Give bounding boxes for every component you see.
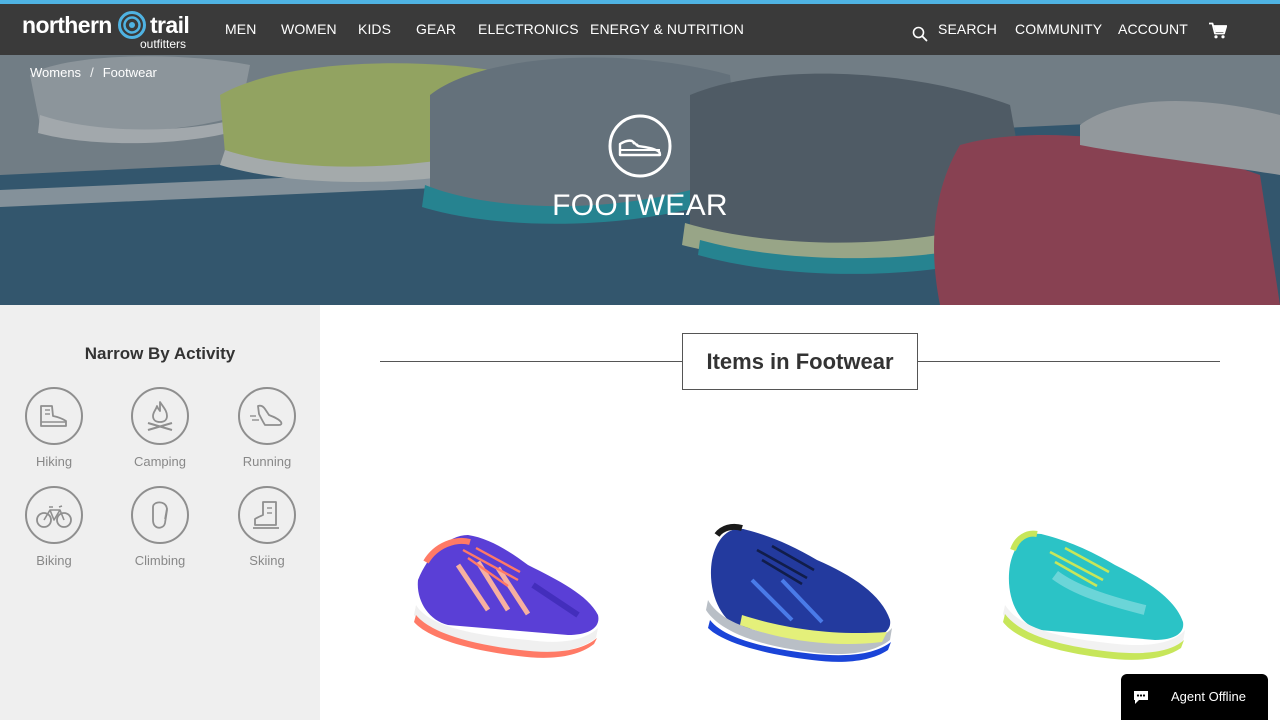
section-heading: Items in Footwear — [682, 333, 918, 390]
breadcrumb-current: Footwear — [102, 65, 157, 80]
nav-account[interactable]: ACCOUNT — [1118, 21, 1188, 37]
cart-icon[interactable] — [1209, 22, 1227, 39]
agent-chat-button[interactable]: Agent Offline — [1121, 674, 1268, 720]
activity-label-hiking: Hiking — [35, 454, 73, 469]
hero-banner: Womens / Footwear FOOTWEAR — [0, 55, 1280, 305]
product-image-1[interactable] — [408, 510, 608, 670]
product-image-3[interactable] — [995, 510, 1195, 670]
activity-filter-biking[interactable]: Biking — [14, 486, 94, 568]
agent-status-label: Agent Offline — [1171, 689, 1246, 704]
activity-label-skiing: Skiing — [249, 553, 285, 568]
breadcrumb-womens-link[interactable]: Womens — [30, 65, 81, 80]
brand-name-part2: trail — [150, 12, 190, 38]
activity-filter-running[interactable]: Running — [227, 387, 307, 469]
activity-filter-hiking[interactable]: Hiking — [14, 387, 94, 469]
hero-background-image — [0, 55, 1280, 305]
activity-filter-climbing[interactable]: Climbing — [120, 486, 200, 568]
top-navigation-bar: northern trail outfitters MEN WOMEN KIDS… — [0, 0, 1280, 55]
activity-label-running: Running — [242, 454, 292, 469]
shoe-icon — [608, 114, 672, 178]
page-title: FOOTWEAR — [552, 189, 728, 222]
brand-mark-icon — [118, 11, 146, 39]
nav-electronics[interactable]: ELECTRONICS — [478, 21, 579, 37]
bicycle-icon — [36, 505, 72, 528]
campfire-icon — [147, 401, 173, 431]
activity-filter-sidebar: Narrow By Activity Hiking Camping Runnin… — [0, 305, 320, 720]
carabiner-icon — [152, 501, 168, 529]
ski-boot-icon — [253, 501, 279, 529]
activity-filter-skiing[interactable]: Skiing — [227, 486, 307, 568]
breadcrumb: Womens / Footwear — [30, 65, 157, 80]
sidebar-heading: Narrow By Activity — [84, 344, 236, 363]
activity-label-biking: Biking — [36, 553, 72, 568]
activity-filter-camping[interactable]: Camping — [120, 387, 200, 469]
search-icon[interactable] — [912, 26, 928, 42]
chat-bubble-icon — [1134, 691, 1148, 704]
brand-tagline: outfitters — [140, 37, 187, 51]
nav-men[interactable]: MEN — [225, 21, 256, 37]
nav-kids[interactable]: KIDS — [358, 21, 391, 37]
brand-name-part1: northern — [22, 12, 112, 38]
activity-label-camping: Camping — [133, 454, 187, 469]
nav-gear[interactable]: GEAR — [416, 21, 456, 37]
nav-women[interactable]: WOMEN — [281, 21, 337, 37]
hiking-boot-icon — [40, 405, 67, 427]
activity-label-climbing: Climbing — [134, 553, 186, 568]
search-link[interactable]: SEARCH — [938, 21, 997, 37]
nav-community[interactable]: COMMUNITY — [1015, 21, 1102, 37]
breadcrumb-separator: / — [90, 65, 94, 80]
product-image-2[interactable] — [702, 510, 902, 670]
nav-energy-nutrition[interactable]: ENERGY & NUTRITION — [590, 21, 744, 37]
running-shoe-icon — [250, 404, 283, 426]
